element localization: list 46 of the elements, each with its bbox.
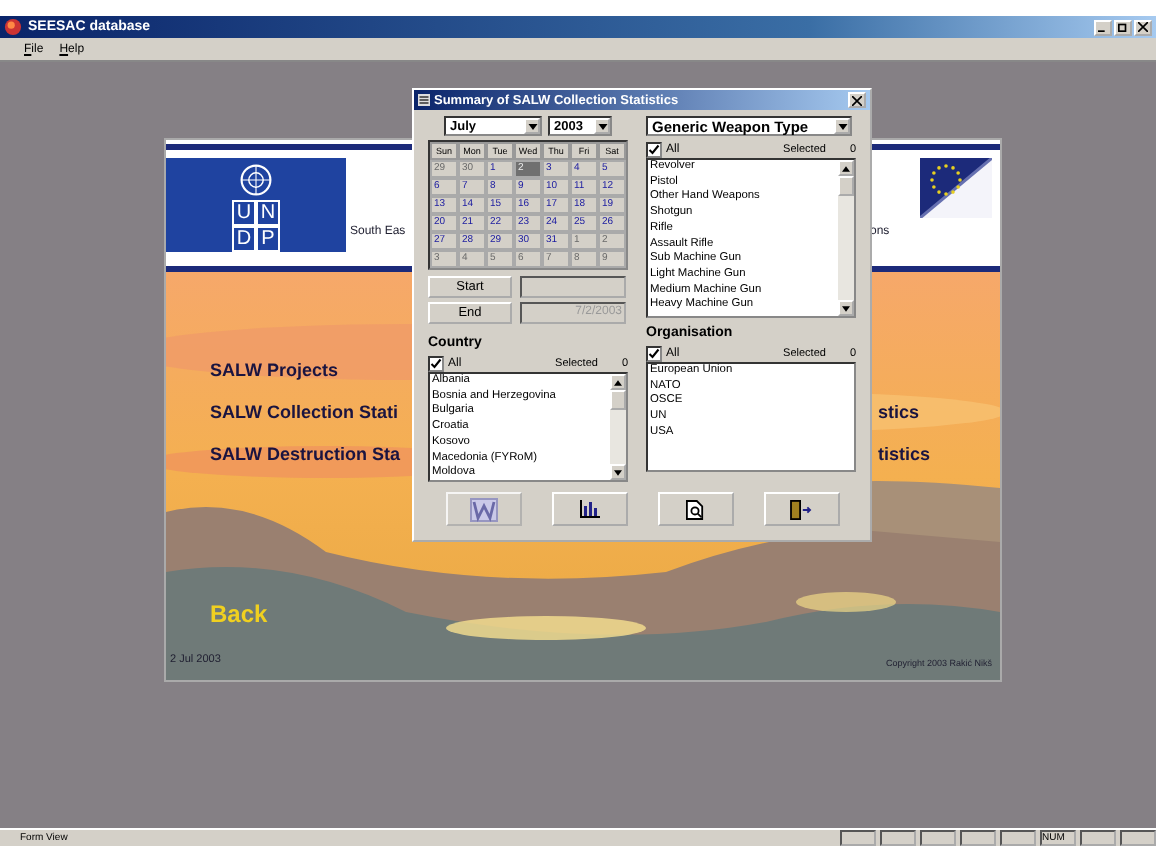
eu-flag-icon	[920, 158, 992, 218]
exit-button[interactable]	[763, 492, 839, 526]
scrollbar[interactable]	[838, 160, 854, 316]
status-panel	[960, 830, 996, 846]
menu-link[interactable]: SALW Destruction Sta	[210, 444, 401, 464]
status-panel	[1000, 830, 1036, 846]
start-date-field[interactable]	[520, 276, 626, 298]
scroll-up-icon	[842, 165, 850, 171]
scrollbar[interactable]	[610, 374, 626, 480]
chart-button[interactable]	[551, 492, 627, 526]
door-exit-icon	[790, 499, 812, 519]
menu-link[interactable]: stics	[878, 402, 920, 422]
logo-letter: D	[232, 226, 256, 252]
status-panel	[880, 830, 916, 846]
restore-button[interactable]	[1114, 19, 1132, 35]
caret-icon	[597, 123, 607, 129]
all-checkbox[interactable]	[646, 142, 662, 158]
all-checkbox[interactable]	[428, 356, 444, 372]
scroll-down-icon	[614, 469, 622, 475]
status-panel	[1080, 830, 1116, 846]
logo-letter: P	[256, 226, 280, 252]
all-checkbox[interactable]	[646, 346, 662, 362]
preview-button[interactable]	[657, 492, 733, 526]
status-panel	[840, 830, 876, 846]
word-button[interactable]	[445, 492, 521, 526]
menu-link[interactable]: SALW Collection Stati	[210, 402, 399, 422]
scroll-thumb[interactable]	[610, 390, 626, 410]
menu-link[interactable]: SALW Projects	[210, 360, 339, 380]
caret-icon	[527, 123, 537, 129]
app-icon	[4, 18, 22, 36]
word-icon	[469, 497, 497, 521]
form-icon	[418, 94, 430, 106]
scroll-thumb[interactable]	[838, 176, 854, 196]
print-preview-icon	[686, 499, 704, 519]
status-panel	[920, 830, 956, 846]
logo-letter: N	[256, 200, 280, 226]
caret-icon	[837, 123, 847, 129]
status-panel	[1120, 830, 1156, 846]
scroll-down-icon	[842, 305, 850, 311]
logo-letter: U	[232, 200, 256, 226]
close-button[interactable]	[1134, 19, 1152, 35]
close-button[interactable]	[848, 92, 866, 108]
globe-icon	[238, 162, 274, 198]
minimize-button[interactable]	[1094, 19, 1112, 35]
bar-chart-icon	[579, 500, 599, 518]
menu-link[interactable]: tistics	[878, 444, 931, 464]
